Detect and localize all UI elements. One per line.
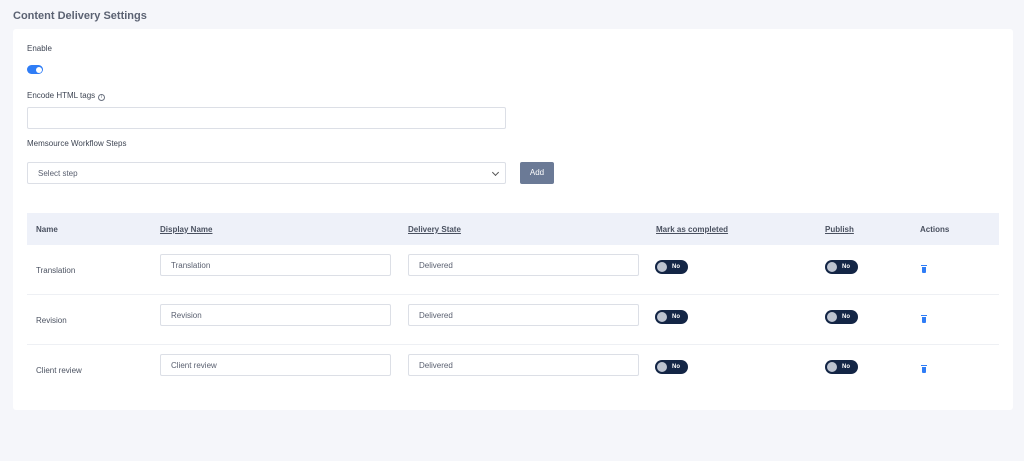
table-row: Revision Revision Delivered No No — [27, 295, 999, 345]
publish-toggle[interactable]: No — [825, 260, 858, 274]
enable-toggle[interactable] — [27, 65, 43, 74]
table-row: Translation Translation Delivered No No — [27, 245, 999, 295]
toggle-knob — [657, 262, 667, 272]
publish-toggle[interactable]: No — [825, 310, 858, 324]
toggle-knob — [827, 312, 837, 322]
trash-icon[interactable] — [921, 265, 927, 273]
table-header: Name Display Name Delivery State Mark as… — [27, 213, 999, 245]
table-row: Client review Client review Delivered No… — [27, 345, 999, 395]
toggle-text: No — [842, 313, 850, 320]
display-name-input[interactable]: Translation — [160, 254, 391, 276]
toggle-text: No — [672, 313, 680, 320]
chevron-down-icon — [491, 168, 500, 177]
toggle-text: No — [842, 363, 850, 370]
toggle-knob — [657, 312, 667, 322]
toggle-knob — [827, 362, 837, 372]
trash-icon[interactable] — [921, 365, 927, 373]
toggle-knob — [35, 66, 42, 73]
enable-label: Enable — [27, 44, 52, 53]
encode-html-label: Encode HTML tags i — [27, 91, 106, 101]
add-button[interactable]: Add — [520, 162, 554, 184]
info-icon[interactable]: i — [98, 94, 106, 101]
header-publish[interactable]: Publish — [825, 225, 854, 234]
header-name: Name — [36, 225, 58, 234]
row-name: Client review — [36, 366, 82, 375]
page-title: Content Delivery Settings — [13, 10, 147, 22]
workflow-step-select[interactable]: Select step — [27, 162, 506, 184]
toggle-knob — [657, 362, 667, 372]
toggle-text: No — [842, 263, 850, 270]
header-mark-completed[interactable]: Mark as completed — [656, 225, 728, 234]
toggle-text: No — [672, 363, 680, 370]
delivery-state-input[interactable]: Delivered — [408, 254, 639, 276]
row-name: Revision — [36, 316, 67, 325]
encode-html-input[interactable] — [27, 107, 506, 129]
mark-completed-toggle[interactable]: No — [655, 360, 688, 374]
trash-icon[interactable] — [921, 315, 927, 323]
mark-completed-toggle[interactable]: No — [655, 310, 688, 324]
workflow-steps-label: Memsource Workflow Steps — [27, 139, 127, 148]
settings-card: Enable Encode HTML tags i Memsource Workf… — [13, 29, 1013, 410]
delivery-state-input[interactable]: Delivered — [408, 304, 639, 326]
header-display-name[interactable]: Display Name — [160, 225, 212, 234]
encode-html-label-text: Encode HTML tags — [27, 91, 96, 100]
publish-toggle[interactable]: No — [825, 360, 858, 374]
header-delivery-state[interactable]: Delivery State — [408, 225, 461, 234]
header-actions: Actions — [920, 225, 950, 234]
delivery-state-input[interactable]: Delivered — [408, 354, 639, 376]
mark-completed-toggle[interactable]: No — [655, 260, 688, 274]
display-name-input[interactable]: Revision — [160, 304, 391, 326]
toggle-text: No — [672, 263, 680, 270]
toggle-knob — [827, 262, 837, 272]
display-name-input[interactable]: Client review — [160, 354, 391, 376]
select-placeholder: Select step — [38, 169, 78, 178]
row-name: Translation — [36, 266, 76, 275]
